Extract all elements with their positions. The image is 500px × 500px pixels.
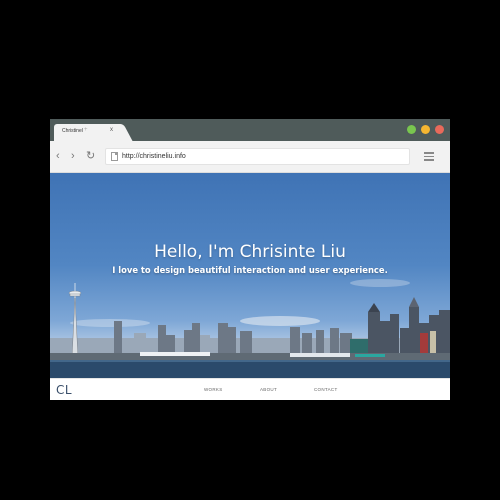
minimize-window-button[interactable] [421, 125, 430, 134]
site-logo[interactable]: CL [56, 383, 72, 397]
nav-link-about[interactable]: ABOUT [260, 387, 277, 392]
back-arrow-icon[interactable]: ‹ [56, 149, 60, 163]
tab-close-icon[interactable]: x [110, 127, 113, 133]
hero-title: Hello, I'm Chrisinte Liu [154, 242, 346, 262]
hamburger-menu-icon[interactable] [424, 152, 434, 161]
site-navigation: CL WORKS ABOUT CONTACT [50, 378, 450, 400]
forward-arrow-icon[interactable]: › [71, 149, 75, 163]
browser-toolbar: ‹ › ↻ http://christineliu.info [50, 141, 450, 173]
seattle-skyline-image [50, 279, 450, 378]
browser-tab[interactable]: Christinel + x [54, 124, 122, 141]
address-bar[interactable]: http://christineliu.info [105, 148, 410, 165]
maximize-window-button[interactable] [407, 125, 416, 134]
nav-link-works[interactable]: WORKS [204, 387, 223, 392]
hero-subtitle: I love to design beautiful interaction a… [112, 265, 388, 275]
new-tab-icon[interactable]: + [84, 127, 88, 133]
close-window-button[interactable] [435, 125, 444, 134]
url-text[interactable]: http://christineliu.info [122, 153, 186, 160]
reload-icon[interactable]: ↻ [86, 149, 95, 163]
nav-link-contact[interactable]: CONTACT [314, 387, 338, 392]
tab-strip: Christinel + x [50, 119, 450, 141]
page-icon [111, 152, 118, 161]
tab-title: Christinel [62, 128, 83, 134]
browser-window: Christinel + x ‹ › ↻ http://christineliu… [50, 119, 450, 400]
hero-banner: Hello, I'm Chrisinte Liu I love to desig… [50, 173, 450, 378]
